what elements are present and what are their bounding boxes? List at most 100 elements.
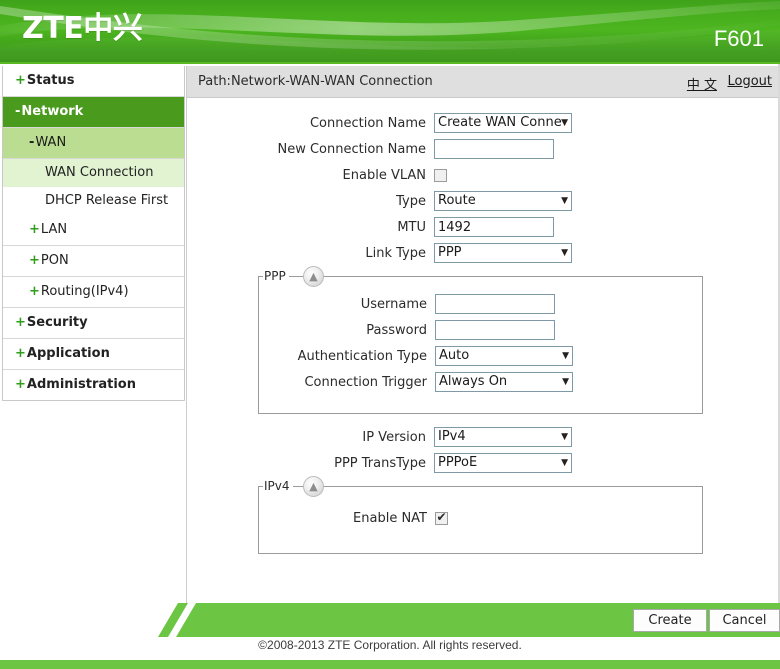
expand-plus-icon: + (15, 377, 26, 392)
enable-vlan-checkbox[interactable] (434, 168, 447, 182)
connection-trigger-value: Always On (439, 374, 508, 389)
mtu-input[interactable] (434, 217, 554, 237)
row-new-connection-name: New Connection Name (187, 136, 780, 162)
sidebar-item-label: LAN (40, 222, 68, 237)
expand-plus-icon: + (29, 253, 40, 268)
connection-name-select[interactable]: Create WAN Conne ▼ (434, 113, 572, 133)
sidebar-item-label: Status (26, 73, 75, 88)
sidebar-item-wan[interactable]: -WAN (3, 128, 184, 159)
link-type-label: Link Type (365, 245, 426, 261)
sidebar-item-administration[interactable]: +Administration (3, 370, 184, 400)
type-select[interactable]: Route ▼ (434, 191, 572, 211)
chevron-down-icon: ▼ (561, 118, 568, 128)
sidebar-item-security[interactable]: +Security (3, 308, 184, 339)
row-ip-version: IP Version IPv4 ▼ (187, 424, 780, 450)
row-mtu: MTU (187, 214, 780, 240)
sidebar-item-label: Security (26, 315, 88, 330)
wan-connection-form: Connection Name Create WAN Conne ▼ New C… (187, 98, 780, 554)
connection-trigger-label: Connection Trigger (304, 374, 427, 390)
create-button[interactable]: Create (633, 609, 707, 632)
row-ppp-transtype: PPP TransType PPPoE ▼ (187, 450, 780, 476)
ip-version-select[interactable]: IPv4 ▼ (434, 427, 572, 447)
connection-name-label: Connection Name (309, 115, 426, 131)
expand-plus-icon: + (15, 315, 26, 330)
zte-logo: ZTE中兴 (22, 11, 143, 46)
ppp-transtype-label: PPP TransType (334, 455, 426, 471)
enable-nat-checkbox[interactable] (435, 510, 448, 525)
enable-nat-label: Enable NAT (353, 510, 427, 526)
sidebar-item-routing-ipv4[interactable]: +Routing(IPv4) (3, 277, 184, 308)
connection-trigger-select[interactable]: Always On ▼ (435, 372, 573, 392)
username-label: Username (360, 296, 427, 312)
row-type: Type Route ▼ (187, 188, 780, 214)
chevron-down-icon: ▼ (562, 377, 569, 387)
ip-version-label: IP Version (362, 429, 426, 445)
row-username: Username (259, 291, 702, 317)
authentication-type-label: Authentication Type (297, 348, 427, 364)
sidebar-item-label: WAN Connection (45, 165, 154, 180)
row-enable-vlan: Enable VLAN (187, 162, 780, 188)
authentication-type-select[interactable]: Auto ▼ (435, 346, 573, 366)
sidebar-item-label: Network (21, 104, 84, 119)
ip-version-value: IPv4 (438, 429, 466, 444)
row-authentication-type: Authentication Type Auto ▼ (259, 343, 702, 369)
app-header: ZTE中兴 F601 (0, 0, 780, 62)
password-label: Password (366, 322, 427, 338)
device-model-label: F601 (713, 26, 764, 51)
collapse-minus-icon: - (15, 104, 21, 119)
row-link-type: Link Type PPP ▼ (187, 240, 780, 266)
bottom-green-bar (0, 660, 780, 669)
sidebar-item-wan-connection[interactable]: WAN Connection (3, 159, 184, 187)
sidebar-item-dhcp-release-first[interactable]: DHCP Release First (3, 187, 184, 215)
expand-plus-icon: + (29, 222, 40, 237)
sidebar-item-label: Application (26, 346, 110, 361)
row-connection-name: Connection Name Create WAN Conne ▼ (187, 110, 780, 136)
sidebar-item-label: Routing(IPv4) (40, 284, 129, 299)
authentication-type-value: Auto (439, 348, 470, 363)
chevron-down-icon: ▼ (561, 458, 568, 468)
chevron-down-icon: ▼ (562, 351, 569, 361)
sidebar-item-status[interactable]: +Status (3, 66, 184, 97)
row-enable-nat: Enable NAT (259, 505, 702, 531)
enable-vlan-label: Enable VLAN (342, 167, 426, 183)
type-value: Route (438, 193, 476, 208)
collapse-minus-icon: - (29, 135, 35, 150)
connection-name-value: Create WAN Conne (438, 115, 562, 130)
row-connection-trigger: Connection Trigger Always On ▼ (259, 369, 702, 395)
link-type-select[interactable]: PPP ▼ (434, 243, 572, 263)
ipv4-section-legend: IPv4 (263, 478, 293, 494)
expand-plus-icon: + (15, 73, 26, 88)
breadcrumb-bar: Path:Network-WAN-WAN Connection 中 文 Logo… (187, 66, 780, 98)
chevron-down-icon: ▼ (561, 196, 568, 206)
row-password: Password (259, 317, 702, 343)
sidebar-item-label: Administration (26, 377, 136, 392)
username-input[interactable] (435, 294, 555, 314)
mtu-label: MTU (397, 219, 426, 235)
breadcrumb: Path:Network-WAN-WAN Connection (198, 74, 433, 89)
ipv4-section: IPv4 ▲ Enable NAT (258, 476, 703, 554)
sidebar-item-lan[interactable]: +LAN (3, 215, 184, 246)
ppp-transtype-select[interactable]: PPPoE ▼ (434, 453, 572, 473)
main-content-panel: Path:Network-WAN-WAN Connection 中 文 Logo… (186, 66, 780, 603)
logout-link[interactable]: Logout (727, 74, 772, 89)
language-switch-link[interactable]: 中 文 (687, 74, 717, 93)
new-connection-name-input[interactable] (434, 139, 554, 159)
password-input[interactable] (435, 320, 555, 340)
sidebar-nav: +Status -Network -WAN WAN Connection DHC… (2, 66, 185, 401)
ppp-section-legend: PPP (263, 268, 289, 284)
chevron-down-icon: ▼ (561, 432, 568, 442)
copyright-text: ©2008-2013 ZTE Corporation. All rights r… (258, 638, 522, 652)
expand-plus-icon: + (15, 346, 26, 361)
chevron-up-icon[interactable]: ▲ (303, 476, 324, 497)
sidebar-item-application[interactable]: +Application (3, 339, 184, 370)
sidebar-item-pon[interactable]: +PON (3, 246, 184, 277)
chevron-up-icon[interactable]: ▲ (303, 266, 324, 287)
sidebar-item-label: PON (40, 253, 69, 268)
cancel-button[interactable]: Cancel (709, 609, 780, 632)
header-underline (0, 62, 780, 64)
new-connection-name-label: New Connection Name (277, 141, 426, 157)
ppp-section: PPP ▲ Username Password Authentication T… (258, 266, 703, 414)
chevron-down-icon: ▼ (561, 248, 568, 258)
action-bar: Create Cancel (0, 603, 780, 637)
sidebar-item-network[interactable]: -Network (3, 97, 184, 128)
